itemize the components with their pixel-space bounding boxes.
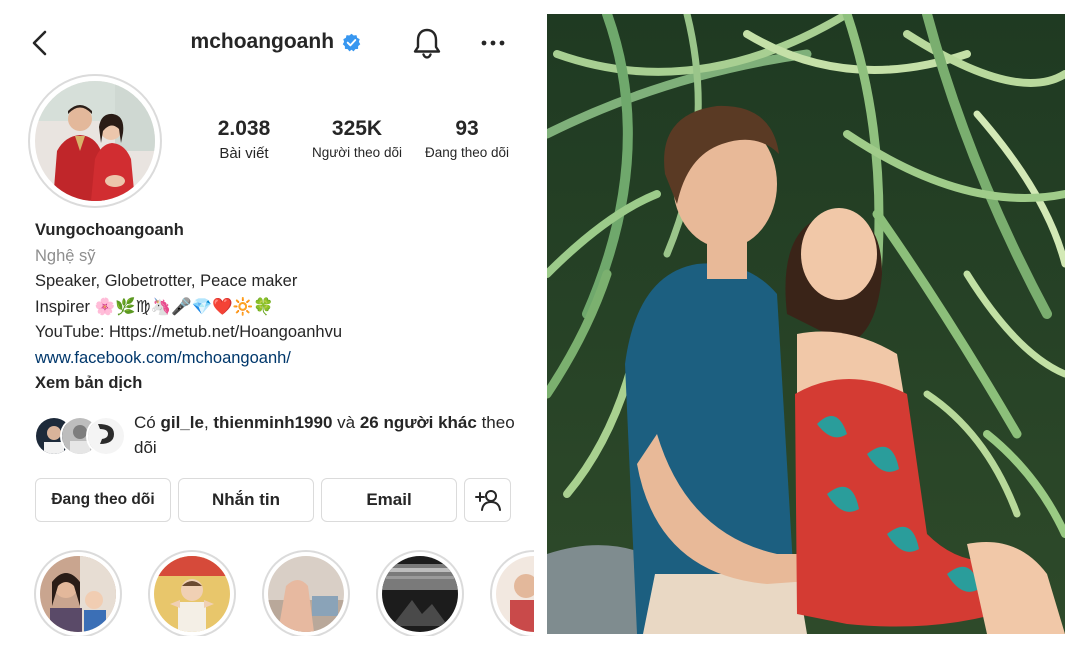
mutual-user-2[interactable]: thienminh1990 xyxy=(213,413,332,432)
following-count-label: Đang theo dõi xyxy=(424,145,510,160)
profile-header-title: mchoangoanh xyxy=(18,30,534,54)
posts-count[interactable]: 2.038 Bài viết xyxy=(204,117,284,162)
top-bar: mchoangoanh xyxy=(18,12,534,76)
website-link[interactable]: www.facebook.com/mchoangoanh/ xyxy=(35,346,525,372)
story-highlight-3-photo xyxy=(268,556,344,632)
profile-bio: Vungochoangoanh Nghệ sỹ Speaker, Globetr… xyxy=(35,218,525,397)
following-count[interactable]: 93 Đang theo dõi xyxy=(416,117,518,160)
profile-screen: mchoangoanh 2.038 Bài viết 325K Người th… xyxy=(18,12,534,636)
email-button[interactable]: Email xyxy=(321,478,457,522)
verified-badge-icon xyxy=(343,33,361,51)
mutual-separator: , xyxy=(203,413,214,432)
mutual-prefix: Có xyxy=(134,413,161,432)
mutual-avatar-3 xyxy=(86,416,126,456)
mutual-followers[interactable]: Có gil_le, thienminh1990 và 26 người khá… xyxy=(34,410,524,462)
posts-count-value: 2.038 xyxy=(217,117,271,140)
avatar-photo xyxy=(35,81,155,201)
bio-line-2: Inspirer 🌸🌿♍🦄🎤💎❤️🔆🍀 xyxy=(35,297,274,316)
profile-category: Nghệ sỹ xyxy=(35,246,96,265)
username: mchoangoanh xyxy=(190,30,335,53)
bell-icon[interactable] xyxy=(411,26,443,60)
profile-avatar[interactable] xyxy=(28,74,162,208)
story-highlight-1[interactable] xyxy=(34,550,122,636)
mutual-others[interactable]: 26 người khác xyxy=(360,413,477,432)
mutual-followers-text: Có gil_le, thienminh1990 và 26 người khá… xyxy=(134,410,524,460)
see-translation-link[interactable]: Xem bản dịch xyxy=(35,371,525,397)
story-highlight-2-photo xyxy=(154,556,230,632)
story-highlight-5[interactable] xyxy=(490,550,534,636)
message-button[interactable]: Nhắn tin xyxy=(178,478,314,522)
mutual-user-1[interactable]: gil_le xyxy=(160,413,203,432)
couple-photo xyxy=(547,14,1065,634)
display-name: Vungochoangoanh xyxy=(35,221,184,239)
bio-line-1: Speaker, Globetrotter, Peace maker xyxy=(35,272,298,290)
story-highlight-4[interactable] xyxy=(376,550,464,636)
bio-line-3: YouTube: Https://metub.net/Hoangoanhvu xyxy=(35,323,342,341)
story-highlight-5-photo xyxy=(496,556,534,632)
story-highlight-4-photo xyxy=(382,556,458,632)
more-horizontal-icon[interactable] xyxy=(480,38,506,48)
story-highlight-1-photo xyxy=(40,556,116,632)
posts-count-label: Bài viết xyxy=(219,145,269,162)
add-user-icon xyxy=(474,490,501,511)
beach-palm-photo xyxy=(547,14,1065,634)
add-user-button[interactable] xyxy=(464,478,511,522)
mutual-and: và xyxy=(332,413,360,432)
followers-count-value: 325K xyxy=(331,117,383,140)
followers-count-label: Người theo dõi xyxy=(312,145,402,160)
story-highlight-3[interactable] xyxy=(262,550,350,636)
story-highlight-2[interactable] xyxy=(148,550,236,636)
following-button[interactable]: Đang theo dõi xyxy=(35,478,171,522)
followers-count[interactable]: 325K Người theo dõi xyxy=(301,117,413,160)
following-count-value: 93 xyxy=(455,117,479,140)
